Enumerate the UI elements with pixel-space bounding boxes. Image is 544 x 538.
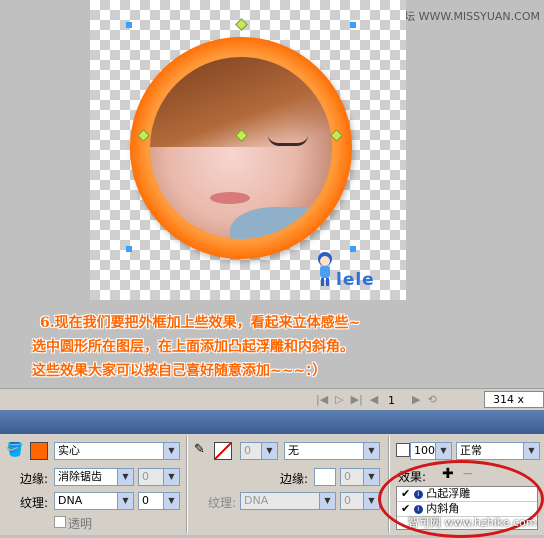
stroke-width-field[interactable]: 0 ▼ (240, 442, 278, 460)
stroke-edge-amount[interactable]: 0 ▼ (340, 468, 380, 486)
portrait-photo (150, 57, 332, 239)
stroke-edge-swatch[interactable] (314, 468, 336, 486)
watermark-bottom: 智可网 www.hzhike.com (408, 516, 537, 529)
document-status-bar: |◀ ▷ ▶| ◀ 1 ▶ ⟲ 314 x 302 (0, 388, 544, 421)
stroke-texture-amount[interactable]: 0 ▼ (340, 492, 380, 510)
lele-logo: lele (314, 250, 384, 292)
selection-handle[interactable] (350, 22, 356, 28)
paint-bucket-icon: 🪣 (6, 442, 24, 458)
fill-texture-amount[interactable]: 0 ▼ (138, 492, 180, 510)
no-color-icon (214, 442, 232, 460)
document-canvas[interactable]: lele (90, 0, 406, 300)
stroke-color-swatch[interactable] (214, 442, 232, 460)
lele-logo-text: lele (336, 270, 375, 290)
transparent-checkbox[interactable] (54, 516, 66, 528)
frame-number: 1 (388, 394, 395, 407)
fill-color-swatch[interactable] (30, 442, 48, 460)
fill-type-select[interactable]: 实心 ▼ (54, 442, 180, 460)
girl-mascot-icon (318, 252, 332, 286)
fill-edge-label: 边缘: (20, 472, 49, 486)
opacity-icon (396, 443, 410, 457)
stroke-texture-label: 纹理: (208, 496, 237, 510)
stroke-edge-label: 边缘: (280, 472, 309, 486)
orange-ring-frame[interactable] (130, 37, 352, 259)
fill-texture-label: 纹理: (20, 496, 49, 510)
path-point[interactable] (235, 18, 248, 31)
stroke-texture-select[interactable]: DNA ▼ (240, 492, 336, 510)
opacity-field[interactable]: 100 ▼ (410, 442, 452, 460)
properties-panel-header (0, 410, 544, 434)
fill-edge-select[interactable]: 消除锯齿 ▼ (54, 468, 134, 486)
pencil-icon: ✎ (194, 442, 205, 457)
playback-controls[interactable]: |◀ ▷ ▶| ◀ (316, 393, 378, 406)
fill-edge-amount[interactable]: 0 ▼ (138, 468, 180, 486)
document-size: 314 x 302 (484, 391, 544, 421)
tutorial-note-line: 这些效果大家可以按自己喜好随意添加~~~：） (32, 363, 327, 379)
stroke-type-select[interactable]: 无 ▼ (284, 442, 380, 460)
tutorial-note-line: 6.现在我们要把外框加上些效果，看起来立体感些~ (40, 315, 361, 331)
blend-mode-select[interactable]: 正常 ▼ (456, 442, 540, 460)
selection-handle[interactable] (126, 246, 132, 252)
divider (186, 436, 188, 533)
tutorial-note-line: 选中圆形所在图层，在上面添加凸起浮雕和内斜角。 (32, 339, 354, 355)
next-frame-button[interactable]: ▶ ⟲ (412, 393, 437, 406)
transparent-label: 透明 (68, 517, 93, 531)
fill-texture-select[interactable]: DNA ▼ (54, 492, 134, 510)
selection-handle[interactable] (126, 22, 132, 28)
